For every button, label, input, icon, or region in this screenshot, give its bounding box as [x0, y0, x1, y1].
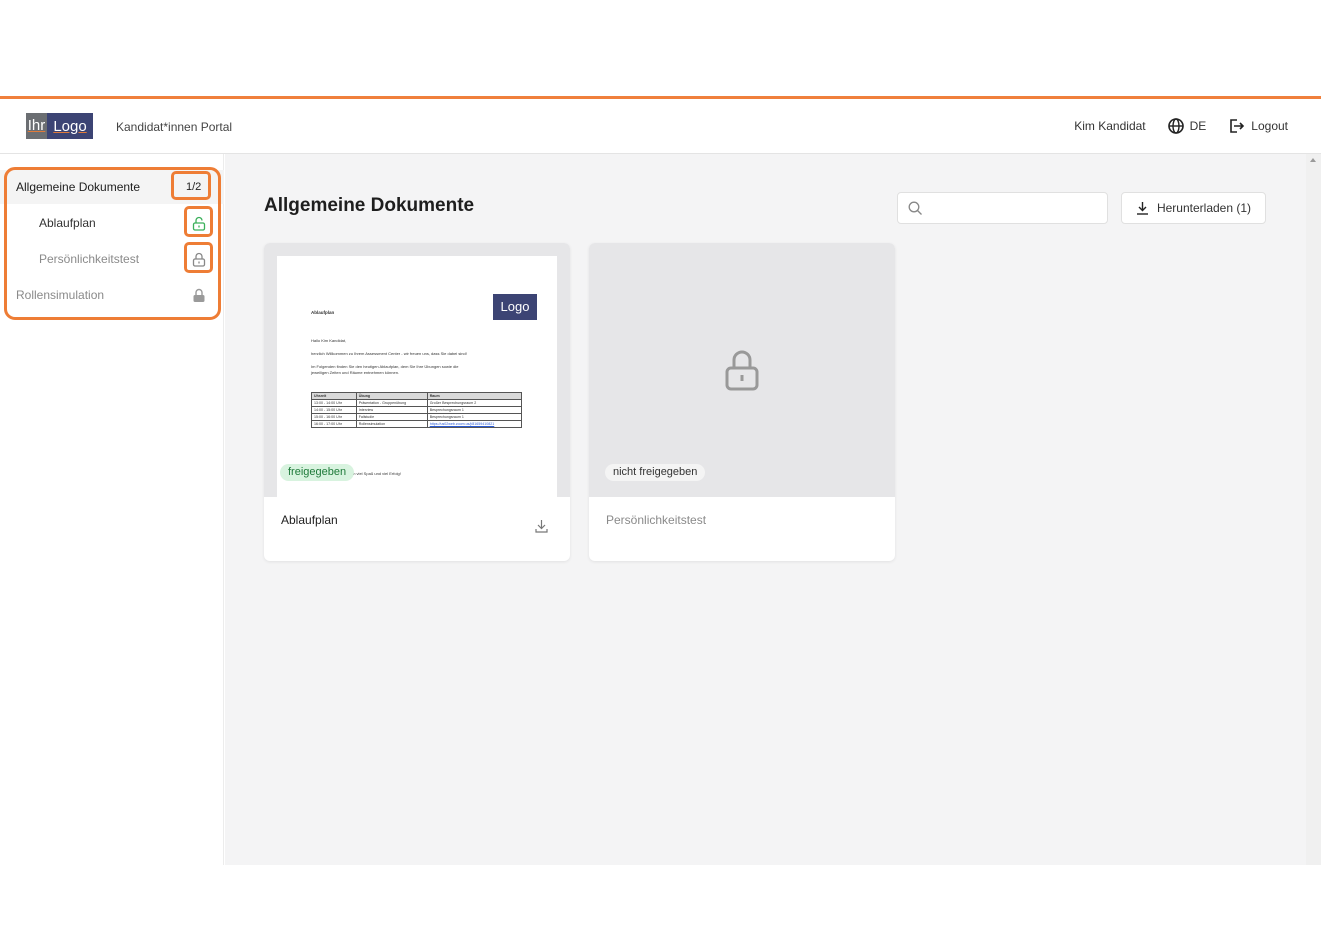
table-cell: Großer Besprechungsraum 2 [426, 399, 523, 407]
search-input[interactable] [897, 192, 1108, 224]
doc-line: herzlich Willkommen zu Ihrem Assessment … [311, 351, 467, 356]
download-icon [1136, 202, 1148, 215]
table-cell: Rollensimulation [355, 420, 428, 428]
logo-text-left: Ihr [26, 113, 47, 139]
table-cell: Besprechungsraum 1 [426, 406, 523, 414]
portal-title: Kandidat*innen Portal [116, 120, 233, 134]
table-cell-link: https://us02web.zoom.us/j/81659410821 [426, 420, 523, 428]
highlight-unlock-icon [184, 206, 213, 237]
table-header: Raum [426, 392, 523, 400]
doc-schedule-table: Uhrzeit Übung Raum 13:00 - 14:00 Uhr Prä… [311, 392, 523, 428]
status-badge: nicht freigegeben [605, 464, 706, 481]
search-icon [908, 201, 922, 215]
doc-line: Im Folgenden finden Sie den heutigen Abl… [311, 364, 459, 369]
card-title: Ablaufplan [281, 513, 338, 527]
download-icon[interactable] [535, 519, 548, 533]
download-label: Herunterladen (1) [1156, 201, 1252, 215]
globe-icon [1167, 118, 1184, 134]
logo-text-right: Logo [53, 117, 87, 135]
logout-button[interactable]: Logout [1228, 118, 1288, 134]
table-cell: 15:00 - 16:00 Uhr [311, 413, 357, 421]
highlight-progress-count [171, 171, 211, 200]
highlight-lock-icon [184, 242, 213, 273]
table-header: Übung [355, 392, 428, 400]
page-title: Allgemeine Dokumente [264, 195, 475, 216]
company-logo[interactable]: Ihr Logo [26, 113, 93, 139]
status-badge: freigegeben [280, 464, 355, 481]
table-header: Uhrzeit [311, 392, 357, 400]
document-page: Ablaufplan Logo Hallo Kim Kandidat, herz… [277, 256, 557, 497]
table-cell: 13:00 - 14:00 Uhr [311, 399, 357, 407]
document-card-persoenlichkeitstest[interactable]: nicht freigegeben Persönlichkeitstest [589, 243, 895, 561]
table-row: 13:00 - 14:00 Uhr Präsentation - Gruppen… [311, 399, 523, 407]
table-cell: 16:00 - 17:00 Uhr [311, 420, 357, 428]
table-row: 14:00 - 15:00 Uhr Interview Besprechungs… [311, 406, 523, 414]
table-cell: 14:00 - 15:00 Uhr [311, 406, 357, 414]
doc-logo: Logo [493, 294, 537, 320]
vertical-scrollbar[interactable] [1306, 154, 1321, 865]
table-cell: Fallstudie [355, 413, 428, 421]
table-cell: Präsentation - Gruppenübung [355, 399, 428, 407]
scroll-up-arrow-icon[interactable] [1310, 158, 1316, 162]
language-switch[interactable]: DE [1167, 118, 1207, 134]
document-preview[interactable]: Ablaufplan Logo Hallo Kim Kandidat, herz… [264, 243, 570, 497]
table-row: 16:00 - 17:00 Uhr Rollensimulation https… [311, 420, 523, 428]
app-header: Ihr Logo Kandidat*innen Portal Kim Kandi… [0, 99, 1321, 154]
doc-greeting: Hallo Kim Kandidat, [311, 338, 347, 343]
card-title: Persönlichkeitstest [606, 513, 707, 527]
language-label: DE [1189, 119, 1207, 133]
lock-icon [725, 350, 759, 391]
document-card-ablaufplan[interactable]: Ablaufplan Logo Hallo Kim Kandidat, herz… [264, 243, 570, 561]
doc-line: jeweiligen Zeiten und Räume entnehmen kö… [311, 370, 400, 375]
document-preview-locked: nicht freigegeben [589, 243, 895, 497]
doc-heading: Ablaufplan [311, 310, 335, 315]
table-cell: Besprechungsraum 1 [426, 413, 523, 421]
table-row: 15:00 - 16:00 Uhr Fallstudie Besprechung… [311, 413, 523, 421]
download-button[interactable]: Herunterladen (1) [1121, 192, 1266, 224]
logout-icon [1230, 119, 1245, 133]
table-cell: Interview [355, 406, 428, 414]
logout-label: Logout [1251, 119, 1288, 133]
user-name[interactable]: Kim Kandidat [1074, 119, 1145, 133]
doc-closing: en viel Spaß und viel Erfolg! [351, 471, 401, 476]
